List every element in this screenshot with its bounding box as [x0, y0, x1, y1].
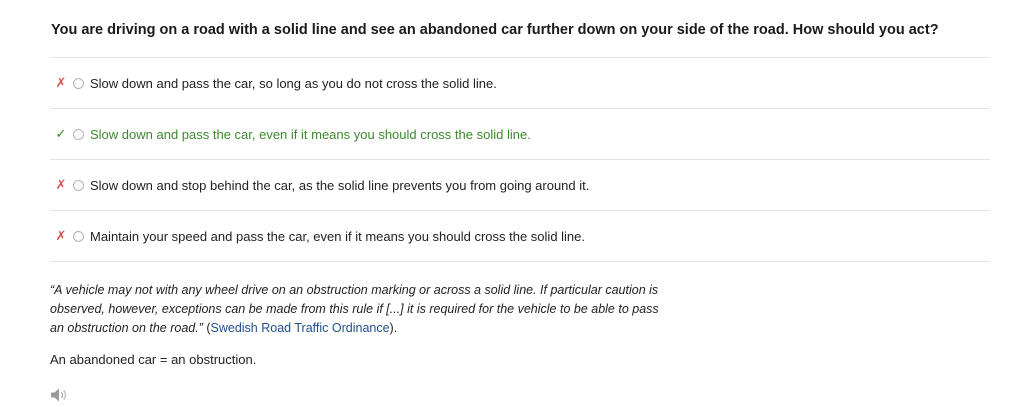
answer-label: Maintain your speed and pass the car, ev…	[90, 228, 586, 244]
source-close: ).	[389, 321, 398, 335]
explanation-note: An abandoned car = an obstruction.	[50, 352, 257, 367]
answer-option-2[interactable]: ✓ Slow down and pass the car, even if it…	[50, 109, 990, 160]
radio-button[interactable]	[73, 77, 84, 89]
source-open: (	[202, 321, 211, 335]
answer-option-3[interactable]: ✗ Slow down and stop behind the car, as …	[50, 160, 990, 211]
answer-list: ✗ Slow down and pass the car, so long as…	[50, 57, 990, 262]
radio-button[interactable]	[73, 179, 84, 191]
source-link[interactable]: Swedish Road Traffic Ordinance	[211, 321, 390, 335]
cross-icon: ✗	[55, 75, 67, 90]
explanation-text: “A vehicle may not with any wheel drive …	[50, 281, 670, 338]
answer-option-4[interactable]: ✗ Maintain your speed and pass the car, …	[50, 211, 990, 262]
answer-label: Slow down and pass the car, even if it m…	[90, 126, 531, 142]
radio-button[interactable]	[73, 230, 84, 242]
answer-option-1[interactable]: ✗ Slow down and pass the car, so long as…	[50, 58, 990, 109]
answer-label: Slow down and stop behind the car, as th…	[90, 177, 590, 193]
cross-icon: ✗	[55, 228, 67, 243]
question-text: You are driving on a road with a solid l…	[51, 22, 939, 38]
speaker-icon[interactable]	[50, 387, 70, 403]
cross-icon: ✗	[55, 177, 67, 192]
check-icon: ✓	[55, 126, 67, 141]
answer-label: Slow down and pass the car, so long as y…	[90, 75, 497, 91]
radio-button[interactable]	[73, 128, 84, 140]
quiz-page: You are driving on a road with a solid l…	[0, 0, 1017, 407]
